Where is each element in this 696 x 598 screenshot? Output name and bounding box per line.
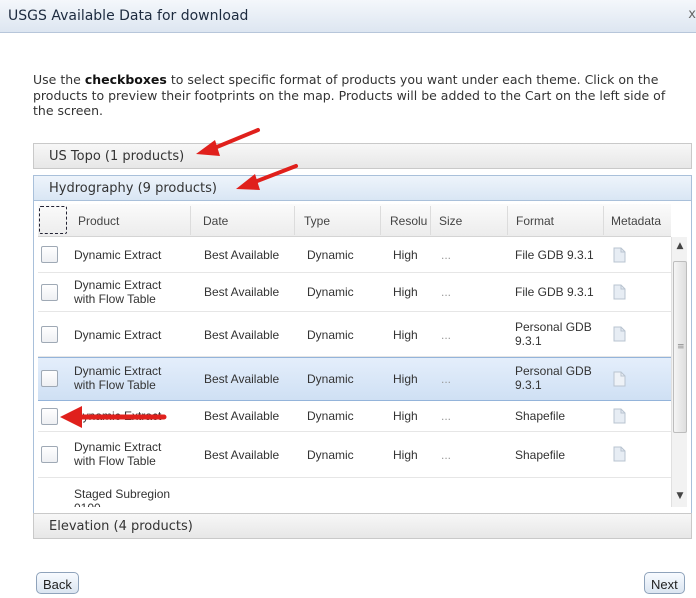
annotation-arrow-hydrography	[250, 164, 298, 185]
annotation-arrowhead	[60, 406, 82, 428]
annotation-arrowhead	[236, 174, 260, 190]
annotation-arrowhead	[196, 140, 220, 156]
annotation-arrows	[60, 128, 298, 428]
annotation-arrow-us-topo	[210, 128, 260, 151]
